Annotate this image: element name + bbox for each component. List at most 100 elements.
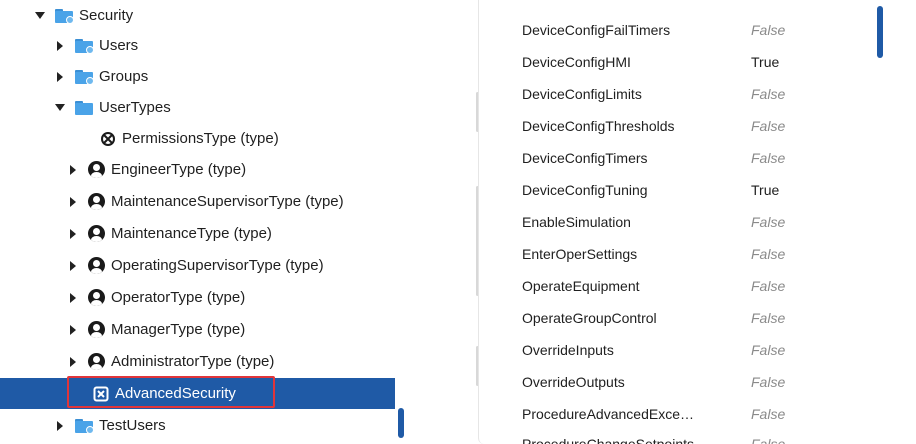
property-value[interactable]: False [751, 310, 785, 326]
property-row[interactable]: DeviceConfigHMI True [479, 46, 899, 78]
tree-item-label: AdvancedSecurity [115, 385, 236, 402]
property-row[interactable]: DeviceConfigFailTimers False [479, 14, 899, 46]
chevron-right-icon[interactable] [66, 260, 80, 271]
property-row[interactable]: DeviceConfigThresholds False [479, 110, 899, 142]
tree-item-administratortype[interactable]: AdministratorType (type) [0, 346, 395, 377]
property-name: EnableSimulation [522, 214, 631, 230]
tree-item-permissionstype[interactable]: PermissionsType (type) [0, 123, 395, 154]
tree-item-label: AdministratorType (type) [111, 353, 275, 370]
property-value[interactable]: False [751, 406, 785, 422]
property-value[interactable]: False [751, 374, 785, 390]
property-value[interactable]: False [751, 342, 785, 358]
folder-icon [75, 69, 94, 85]
tree-item-advancedsecurity[interactable]: AdvancedSecurity [0, 378, 395, 409]
folder-icon [75, 38, 94, 54]
property-row[interactable]: OperateEquipment False [479, 270, 899, 302]
property-name: OverrideInputs [522, 342, 614, 358]
property-name: OverrideOutputs [522, 374, 625, 390]
tree-item-maintenancetype[interactable]: MaintenanceType (type) [0, 218, 395, 249]
tree-item-maintenancesupervisortype[interactable]: MaintenanceSupervisorType (type) [0, 186, 395, 217]
tree-item-label: MaintenanceSupervisorType (type) [111, 193, 344, 210]
property-name: OperateEquipment [522, 278, 640, 294]
user-icon [88, 321, 105, 338]
tree-item-label: EngineerType (type) [111, 161, 247, 178]
chevron-right-icon[interactable] [66, 324, 80, 335]
tree-item-label: Security [79, 7, 134, 24]
property-name: DeviceConfigLimits [522, 86, 642, 102]
tree-item-users[interactable]: Users [0, 30, 395, 61]
property-row[interactable]: EnterOperSettings False [479, 238, 899, 270]
security-tree: Security Users Groups UserTypes Permissi… [0, 0, 410, 444]
permissions-panel: DeviceConfigFailTimers False DeviceConfi… [478, 0, 916, 444]
property-row[interactable]: OverrideInputs False [479, 334, 899, 366]
property-name: EnterOperSettings [522, 246, 638, 262]
user-icon [88, 353, 105, 370]
property-name: DeviceConfigThresholds [522, 118, 675, 134]
user-icon [88, 193, 105, 210]
user-icon [88, 257, 105, 274]
chevron-right-icon[interactable] [66, 292, 80, 303]
property-name: DeviceConfigTimers [522, 150, 648, 166]
tree-item-operatortype[interactable]: OperatorType (type) [0, 282, 395, 313]
user-icon [88, 161, 105, 178]
tree-item-label: PermissionsType (type) [122, 130, 279, 147]
chevron-right-icon[interactable] [53, 420, 67, 431]
chevron-right-icon[interactable] [66, 164, 80, 175]
property-row[interactable]: DeviceConfigTimers False [479, 142, 899, 174]
property-value[interactable]: False [751, 214, 785, 230]
tree-item-label: Groups [99, 68, 149, 85]
property-name: OperateGroupControl [522, 310, 657, 326]
tree-item-usertypes[interactable]: UserTypes [0, 92, 395, 123]
properties-scrollbar[interactable] [877, 6, 883, 58]
chevron-down-icon[interactable] [53, 104, 67, 111]
property-value[interactable]: False [751, 22, 785, 38]
property-name: ProcedureAdvancedExce… [522, 406, 694, 422]
property-value[interactable]: True [751, 182, 779, 198]
tree-item-label: ManagerType (type) [111, 321, 246, 338]
property-value[interactable]: False [751, 246, 785, 262]
user-icon [88, 289, 105, 306]
tree-item-label: OperatorType (type) [111, 289, 246, 306]
permissions-icon [100, 131, 116, 147]
property-name: DeviceConfigFailTimers [522, 22, 671, 38]
permissions-icon [93, 386, 109, 402]
property-name: ProcedureChangeSetpoints [522, 436, 695, 444]
tree-item-label: MaintenanceType (type) [111, 225, 272, 242]
tree-scrollbar[interactable] [398, 408, 404, 438]
chevron-down-icon[interactable] [33, 12, 47, 19]
property-row[interactable]: ProcedureAdvancedExce… False [479, 398, 899, 430]
tree-item-managertype[interactable]: ManagerType (type) [0, 314, 395, 345]
chevron-right-icon[interactable] [66, 356, 80, 367]
property-row[interactable]: DeviceConfigTuning True [479, 174, 899, 206]
property-row[interactable]: DeviceConfigLimits False [479, 78, 899, 110]
property-value[interactable]: False [751, 150, 785, 166]
chevron-right-icon[interactable] [53, 71, 67, 82]
property-value[interactable]: True [751, 54, 779, 70]
property-name: DeviceConfigHMI [522, 54, 631, 70]
tree-item-label: UserTypes [99, 99, 171, 116]
property-row[interactable]: ProcedureChangeSetpoints False [479, 428, 899, 444]
folder-icon [75, 418, 94, 434]
property-row[interactable]: OverrideOutputs False [479, 366, 899, 398]
property-value[interactable]: False [751, 278, 785, 294]
tree-item-operatingsupervisortype[interactable]: OperatingSupervisorType (type) [0, 250, 395, 281]
folder-icon [55, 8, 74, 24]
tree-item-label: Users [99, 37, 139, 54]
tree-item-security[interactable]: Security [0, 0, 395, 31]
property-value[interactable]: False [751, 118, 785, 134]
tree-item-label: TestUsers [99, 417, 166, 434]
property-value[interactable]: False [751, 86, 785, 102]
property-value[interactable]: False [751, 436, 785, 444]
user-icon [88, 225, 105, 242]
tree-item-label: OperatingSupervisorType (type) [111, 257, 324, 274]
property-row[interactable]: EnableSimulation False [479, 206, 899, 238]
tree-item-testusers[interactable]: TestUsers [0, 410, 395, 441]
tree-item-engineertype[interactable]: EngineerType (type) [0, 154, 395, 185]
tree-item-groups[interactable]: Groups [0, 61, 395, 92]
property-name: DeviceConfigTuning [522, 182, 648, 198]
chevron-right-icon[interactable] [66, 228, 80, 239]
property-row[interactable]: OperateGroupControl False [479, 302, 899, 334]
chevron-right-icon[interactable] [53, 40, 67, 51]
folder-icon [75, 100, 93, 115]
chevron-right-icon[interactable] [66, 196, 80, 207]
